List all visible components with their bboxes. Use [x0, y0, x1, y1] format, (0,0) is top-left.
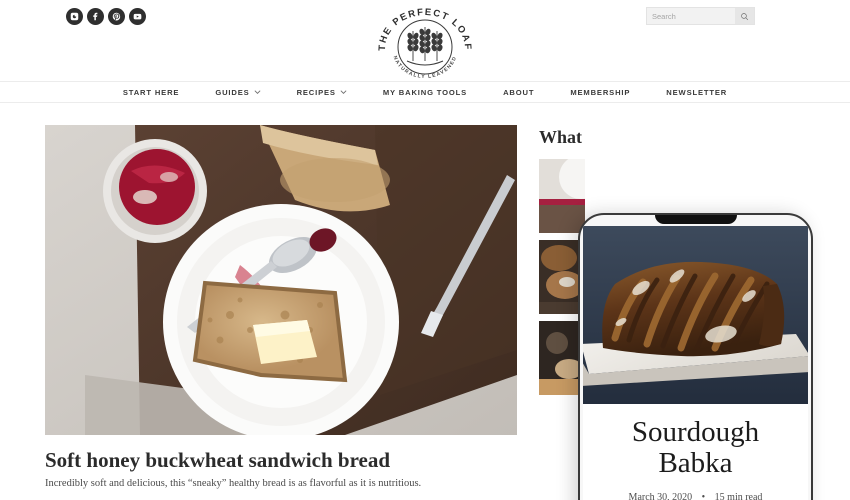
nav-label: ABOUT — [503, 87, 535, 97]
phone-hero-image[interactable] — [583, 226, 808, 404]
phone-title-line-2: Babka — [658, 446, 733, 479]
phone-article-body: Sourdough Babka March 30, 2020 • 15 min … — [583, 404, 808, 500]
meta-bullet: • — [701, 492, 706, 500]
page-content: Soft honey buckwheat sandwich bread Incr… — [0, 103, 850, 500]
phone-notch — [654, 215, 737, 224]
nav-item-about[interactable]: ABOUT — [485, 88, 552, 97]
article-hero-image[interactable] — [45, 125, 517, 435]
phone-read-time: 15 min read — [714, 492, 763, 500]
phone-screen[interactable]: Sourdough Babka March 30, 2020 • 15 min … — [583, 226, 808, 500]
nav-item-guides[interactable]: GUIDES — [197, 88, 278, 97]
phone-article-meta: March 30, 2020 • 15 min read • 376 Comme… — [597, 489, 794, 500]
chevron-down-icon — [340, 90, 347, 94]
article-title[interactable]: Soft honey buckwheat sandwich bread — [45, 448, 517, 472]
article-excerpt: Incredibly soft and delicious, this “sne… — [45, 478, 422, 490]
nav-label: START HERE — [122, 87, 180, 97]
phone-article-title: Sourdough Babka — [597, 417, 794, 478]
sidebar-heading: What — [539, 127, 583, 147]
search-icon — [741, 12, 749, 20]
featured-article[interactable]: Soft honey buckwheat sandwich bread Incr… — [45, 125, 517, 491]
nav-item-membership[interactable]: MEMBERSHIP — [552, 88, 648, 97]
sidebar-thumbnail[interactable] — [539, 159, 585, 233]
phone-title-line-1: Sourdough — [631, 416, 760, 448]
nav-item-recipes[interactable]: RECIPES — [279, 88, 365, 97]
site-header: THE PERFECT LOAF NATURALLY LEAVENED — [0, 0, 850, 82]
nav-item-newsletter[interactable]: NEWSLETTER — [648, 88, 745, 97]
search-box[interactable] — [646, 7, 755, 25]
search-input[interactable] — [647, 8, 735, 24]
nav-label: MEMBERSHIP — [570, 87, 631, 97]
chevron-down-icon — [254, 90, 261, 94]
nav-label: NEWSLETTER — [666, 87, 728, 97]
phone-mockup: Sourdough Babka March 30, 2020 • 15 min … — [578, 213, 813, 500]
nav-label: RECIPES — [296, 87, 336, 97]
nav-item-start-here[interactable]: START HERE — [105, 88, 197, 97]
search-button[interactable] — [735, 8, 754, 24]
main-navigation: START HERE GUIDES RECIPES MY BAKING TOOL… — [0, 82, 850, 103]
nav-label: GUIDES — [215, 87, 250, 97]
nav-item-my-baking-tools[interactable]: MY BAKING TOOLS — [365, 88, 485, 97]
phone-publish-date: March 30, 2020 — [628, 492, 693, 500]
nav-label: MY BAKING TOOLS — [382, 87, 468, 97]
